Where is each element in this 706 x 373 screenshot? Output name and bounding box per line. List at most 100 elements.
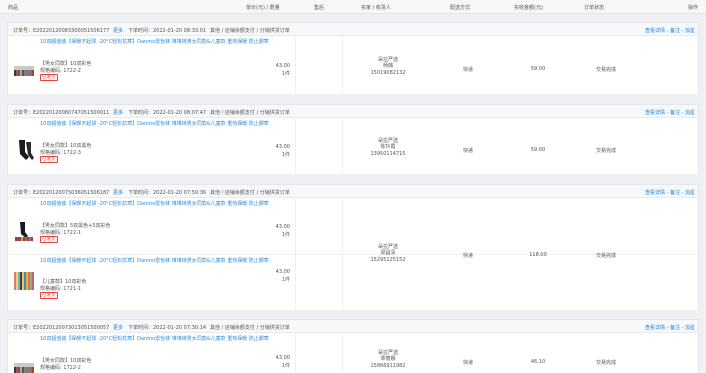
receiver-phone: 15866911982 [370,362,406,369]
product-title[interactable]: 10双超值装【保暖不起球 -20°C轻松抗寒】Danmo雷怡袜 堆堆袜男女同款&… [40,39,275,45]
order-card: 订单号：E20220120080747051500011 更多 下单时间：202… [7,104,699,175]
quantity: 1件 [281,232,290,238]
column-divider [295,36,296,94]
order-item: 10双超值装【保暖不起球 -20°C轻松抗寒】Danmo雷怡袜 堆堆袜男女同款&… [8,255,698,311]
shipped-badge: 已发货 [40,74,58,81]
order-time: 下单时间：2022-01-20 08:07:47 [128,110,207,116]
order-actions[interactable]: 查看详情 - 备注 - 加星 [645,27,695,34]
shipped-badge: 已发货 [40,156,58,163]
order-time: 下单时间：2022-01-20 07:50:36 [128,190,207,196]
product-code: 规格编码: 1722-2 [40,365,81,371]
more-link[interactable]: 更多 [113,189,123,196]
order-header: 订单号：E20220120073013051500057 更多 下单时间：202… [8,320,698,333]
order-payment: 其他 / 店铺余额支付 / 分销供货订单 [210,110,290,116]
order-status: 交易完成 [595,253,616,259]
buyer-info: 朵拉严选 陈玲霞 13950114715 [353,138,423,157]
column-divider [295,198,296,310]
unit-price: 43.00 [275,144,290,150]
product-title[interactable]: 10双超值装【保暖不起球 -20°C轻松抗寒】Danmo雷怡袜 堆堆袜男女同款&… [40,201,275,207]
product-spec: 【男女同款】10双黑色 [40,143,92,149]
order-status: 交易完成 [595,360,616,366]
table-header: 商品 单价(元) / 数量 售后 买家 / 收货人 配送方式 实收金额(元) 订… [0,0,706,14]
paid-amount: 46.10 [530,359,546,365]
buyer-info: 朵拉严选 梁昌清 15295125152 [353,244,423,263]
column-divider [342,36,343,94]
unit-price: 43.00 [275,224,290,230]
shipping-method: 快递 [462,148,473,154]
order-status: 交易完成 [595,148,616,154]
product-thumbnail[interactable] [13,270,35,292]
column-divider [295,333,296,373]
product-code: 规格编码: 1722-1 [40,230,81,236]
more-link[interactable]: 更多 [113,324,123,331]
order-id: 订单号：E20220120073013051500057 [13,325,110,331]
shipping-method: 快递 [462,67,473,73]
unit-price: 43.00 [275,269,290,275]
shipping-method: 快递 [462,253,473,259]
col-shipping: 配送方式 [450,5,471,11]
order-id: 订单号：E20220120080747051500011 [13,110,110,116]
product-title[interactable]: 10双超值装【保暖不起球 -20°C轻松抗寒】Danmo雷怡袜 堆堆袜男女同款&… [40,336,275,342]
product-code: 规格编码: 1722-2 [40,68,81,74]
receiver-phone: 13950114715 [370,150,406,157]
order-payment: 其他 / 店铺余额支付 / 分销供货订单 [210,28,290,34]
order-header: 订单号：E20220120075036051506187 更多 下单时间：202… [8,185,698,198]
product-spec: 【男女同款】10双彩色 [40,358,92,364]
col-amount: 实收金额(元) [514,5,543,11]
product-thumbnail[interactable] [13,220,35,242]
quantity: 1件 [281,152,290,158]
product-thumbnail[interactable] [13,139,35,161]
col-status: 订单状态 [584,5,605,11]
order-header: 订单号：E20220120083300051506177 更多 下单时间：202… [8,23,698,36]
buyer-info: 朵拉严选 杨璐 15019082132 [353,57,423,76]
buyer-info: 朵拉严选 覃丽娜 15866911982 [353,350,423,369]
column-divider [342,333,343,373]
product-code: 规格编码: 1721-1 [40,286,81,292]
order-time: 下单时间：2022-01-20 07:30:14 [128,325,207,331]
order-id: 订单号：E20220120075036051506187 [13,190,110,196]
paid-amount: 118.00 [529,252,547,258]
more-link[interactable]: 更多 [113,109,123,116]
paid-amount: 59.00 [530,147,546,153]
order-time: 下单时间：2022-01-20 08:33:01 [128,28,207,34]
order-actions[interactable]: 查看详情 - 备注 - 加星 [645,109,695,116]
order-actions[interactable]: 查看详情 - 备注 - 加星 [645,189,695,196]
shipped-badge: 已发货 [40,236,58,243]
col-buyer: 买家 / 收货人 [361,5,391,11]
product-title[interactable]: 10双超值装【保暖不起球 -20°C轻松抗寒】Danmo雷怡袜 堆堆袜男女同款&… [40,121,275,127]
unit-price: 43.00 [275,63,290,69]
paid-amount: 59.00 [530,66,546,72]
product-spec: 【男女同款】10双彩色 [40,61,92,67]
product-spec: 【儿童款】10双彩色 [40,279,87,285]
order-card: 订单号：E20220120083300051506177 更多 下单时间：202… [7,22,699,95]
order-actions[interactable]: 查看详情 - 备注 - 加星 [645,324,695,331]
quantity: 1件 [281,363,290,369]
col-aftersale: 售后 [314,5,325,11]
unit-price: 43.00 [275,355,290,361]
column-divider [295,118,296,174]
product-thumbnail[interactable] [13,56,35,78]
column-divider [342,118,343,174]
column-divider [342,198,343,310]
quantity: 1件 [281,277,290,283]
orders-page: 商品 单价(元) / 数量 售后 买家 / 收货人 配送方式 实收金额(元) 订… [0,0,706,373]
product-title[interactable]: 10双超值装【保暖不起球 -20°C轻松抗寒】Danmo雷怡袜 堆堆袜男女同款&… [40,258,275,264]
col-actions: 操作 [688,5,699,11]
receiver-phone: 15295125152 [370,256,406,263]
more-link[interactable]: 更多 [113,27,123,34]
col-price-qty: 单价(元) / 数量 [246,5,280,11]
quantity: 1件 [281,71,290,77]
col-product: 商品 [8,5,19,11]
order-status: 交易完成 [595,67,616,73]
order-header: 订单号：E20220120080747051500011 更多 下单时间：202… [8,105,698,118]
order-payment: 其他 / 店铺余额支付 / 分销供货订单 [210,190,290,196]
order-card: 订单号：E20220120075036051506187 更多 下单时间：202… [7,184,699,311]
shipping-method: 快递 [462,360,473,366]
shipped-badge: 已发货 [40,292,58,299]
order-id: 订单号：E20220120083300051506177 [13,28,110,34]
order-payment: 其他 / 店铺余额支付 / 分销供货订单 [210,325,290,331]
order-card: 订单号：E20220120073013051500057 更多 下单时间：202… [7,319,699,373]
product-thumbnail[interactable] [13,353,35,373]
product-code: 规格编码: 1722-3 [40,150,81,156]
product-spec: 【男女同款】5双黑色+5双彩色 [40,223,111,229]
